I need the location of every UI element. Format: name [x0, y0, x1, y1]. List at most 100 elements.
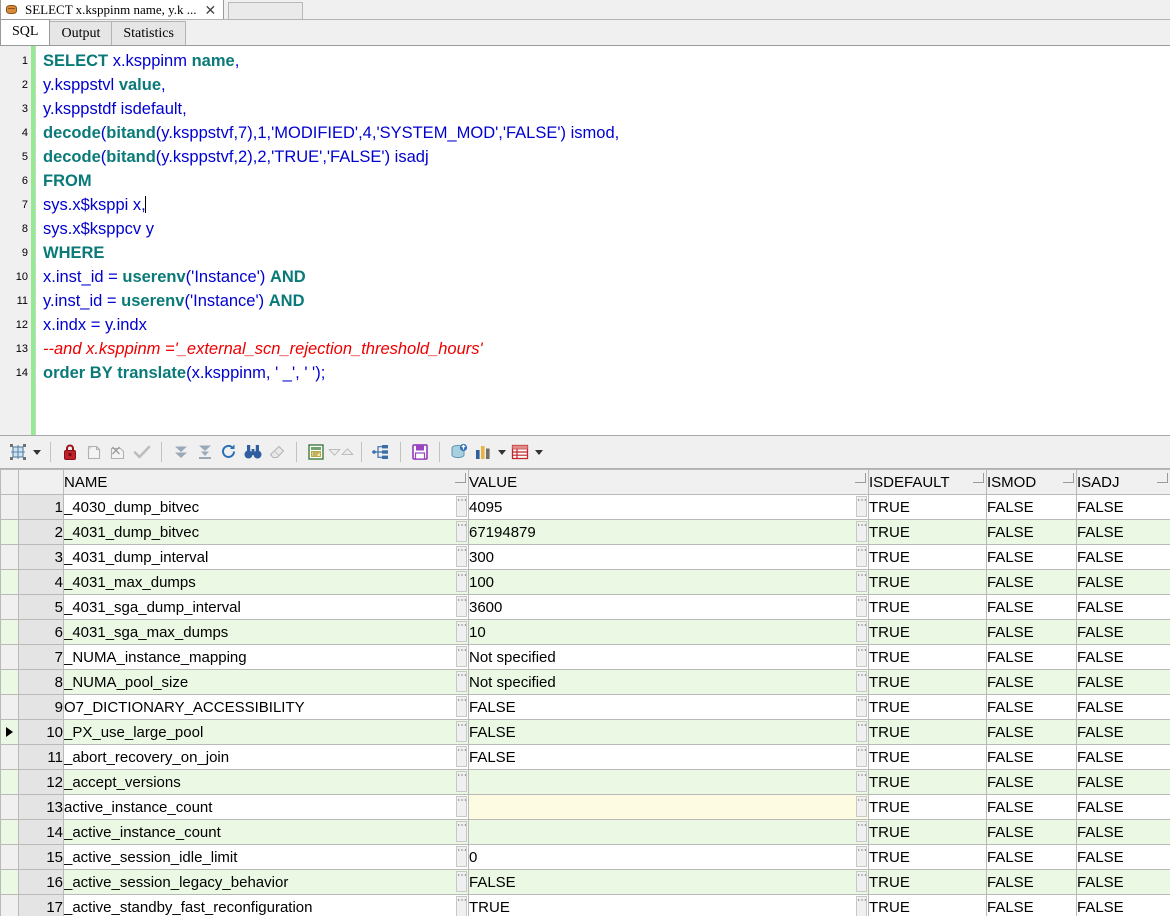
row-number[interactable]: 12	[18, 769, 64, 795]
cell-isdefault[interactable]: TRUE	[868, 744, 987, 770]
cell-isadj[interactable]: FALSE	[1076, 569, 1170, 595]
close-icon[interactable]: ✕	[203, 3, 219, 17]
cell-isadj[interactable]: FALSE	[1076, 869, 1170, 895]
cell-isdefault[interactable]: TRUE	[868, 594, 987, 620]
column-resize-handle[interactable]	[1063, 473, 1074, 483]
cell-editor-ellipsis-icon[interactable]: ⋯	[456, 571, 467, 592]
row-marker[interactable]	[0, 619, 19, 645]
chart-icon[interactable]	[471, 440, 495, 464]
cell-editor-ellipsis-icon[interactable]: ⋯	[856, 696, 867, 717]
grid-layout-dropdown-icon[interactable]	[30, 440, 43, 464]
cell-ismod[interactable]: FALSE	[986, 494, 1077, 520]
cell-ismod[interactable]: FALSE	[986, 794, 1077, 820]
cell-ismod[interactable]: FALSE	[986, 644, 1077, 670]
grid-export-icon[interactable]	[508, 440, 532, 464]
cell-ismod[interactable]: FALSE	[986, 594, 1077, 620]
cell-isdefault[interactable]: TRUE	[868, 869, 987, 895]
cell-name[interactable]: _NUMA_instance_mapping ⋯	[63, 644, 469, 670]
cell-value[interactable]: 100 ⋯	[468, 569, 869, 595]
cell-editor-ellipsis-icon[interactable]: ⋯	[856, 671, 867, 692]
row-number[interactable]: 10	[18, 719, 64, 745]
cell-value[interactable]: Not specified ⋯	[468, 669, 869, 695]
row-number[interactable]: 4	[18, 569, 64, 595]
row-number[interactable]: 11	[18, 744, 64, 770]
sql-code-area[interactable]: SELECT x.ksppinm name, y.ksppstvl value,…	[36, 46, 1170, 435]
cell-isadj[interactable]: FALSE	[1076, 619, 1170, 645]
cell-isdefault[interactable]: TRUE	[868, 769, 987, 795]
cell-value[interactable]: FALSE ⋯	[468, 744, 869, 770]
cell-value[interactable]: FALSE ⋯	[468, 719, 869, 745]
cell-value[interactable]: ⋯	[468, 769, 869, 795]
cell-editor-ellipsis-icon[interactable]: ⋯	[456, 796, 467, 817]
cell-isdefault[interactable]: TRUE	[868, 619, 987, 645]
post-changes-check-icon[interactable]	[130, 440, 154, 464]
cell-isdefault[interactable]: TRUE	[868, 694, 987, 720]
table-row[interactable]: 1 _4030_dump_bitvec ⋯ 4095 ⋯ TRUE FALSE FALSE	[0, 494, 1170, 520]
table-row[interactable]: 13 active_instance_count ⋯ ⋯ TRUE FALSE FALSE	[0, 794, 1170, 820]
cell-isadj[interactable]: FALSE	[1076, 744, 1170, 770]
cell-editor-ellipsis-icon[interactable]: ⋯	[856, 571, 867, 592]
table-row[interactable]: 7 _NUMA_instance_mapping ⋯ Not specified ⋯ TR…	[0, 644, 1170, 670]
cell-editor-ellipsis-icon[interactable]: ⋯	[456, 521, 467, 542]
row-number[interactable]: 14	[18, 819, 64, 845]
cell-ismod[interactable]: FALSE	[986, 669, 1077, 695]
row-number[interactable]: 8	[18, 669, 64, 695]
table-row[interactable]: 17 _active_standby_fast_reconfiguration ⋯ T…	[0, 894, 1170, 916]
cell-editor-ellipsis-icon[interactable]: ⋯	[456, 846, 467, 867]
cell-editor-ellipsis-icon[interactable]: ⋯	[456, 621, 467, 642]
lock-icon[interactable]	[58, 440, 82, 464]
sql-editor[interactable]: 1 2 3 4 5 6 7 8 9 10 11 12 13 14 SELECT …	[0, 46, 1170, 436]
cell-name[interactable]: _active_session_legacy_behavior ⋯	[63, 869, 469, 895]
document-tab-sql[interactable]: SELECT x.ksppinm name, y.k ... ✕	[0, 0, 225, 19]
cell-editor-ellipsis-icon[interactable]: ⋯	[856, 896, 867, 916]
cell-editor-ellipsis-icon[interactable]: ⋯	[856, 621, 867, 642]
cell-editor-ellipsis-icon[interactable]: ⋯	[856, 796, 867, 817]
cell-editor-ellipsis-icon[interactable]: ⋯	[856, 496, 867, 517]
grid-layout-icon[interactable]	[6, 440, 30, 464]
cell-editor-ellipsis-icon[interactable]: ⋯	[456, 546, 467, 567]
table-row[interactable]: 16 _active_session_legacy_behavior ⋯ FALSE ⋯…	[0, 869, 1170, 895]
cell-isadj[interactable]: FALSE	[1076, 844, 1170, 870]
row-number[interactable]: 15	[18, 844, 64, 870]
tab-output[interactable]: Output	[49, 21, 113, 45]
delete-record-icon[interactable]	[106, 440, 130, 464]
cell-ismod[interactable]: FALSE	[986, 819, 1077, 845]
cell-editor-ellipsis-icon[interactable]: ⋯	[856, 846, 867, 867]
cell-ismod[interactable]: FALSE	[986, 719, 1077, 745]
cell-ismod[interactable]: FALSE	[986, 569, 1077, 595]
table-row[interactable]: 3 _4031_dump_interval ⋯ 300 ⋯ TRUE FALSE FALSE	[0, 544, 1170, 570]
column-header-ismod[interactable]: ISMOD	[986, 469, 1077, 495]
cell-isadj[interactable]: FALSE	[1076, 494, 1170, 520]
cell-name[interactable]: _accept_versions ⋯	[63, 769, 469, 795]
row-number[interactable]: 2	[18, 519, 64, 545]
cell-value[interactable]: 300 ⋯	[468, 544, 869, 570]
table-row[interactable]: 2 _4031_dump_bitvec ⋯ 67194879 ⋯ TRUE FALSE FAL…	[0, 519, 1170, 545]
row-marker[interactable]	[0, 869, 19, 895]
cell-name[interactable]: _PX_use_large_pool ⋯	[63, 719, 469, 745]
cell-ismod[interactable]: FALSE	[986, 869, 1077, 895]
cell-isdefault[interactable]: TRUE	[868, 494, 987, 520]
cell-value[interactable]: FALSE ⋯	[468, 694, 869, 720]
save-icon[interactable]	[408, 440, 432, 464]
current-row-indicator[interactable]	[0, 719, 19, 745]
column-header-name[interactable]: NAME	[63, 469, 469, 495]
move-up-icon[interactable]	[341, 440, 354, 464]
cell-editor-ellipsis-icon[interactable]: ⋯	[856, 521, 867, 542]
cell-name[interactable]: active_instance_count ⋯	[63, 794, 469, 820]
find-binoculars-icon[interactable]	[241, 440, 265, 464]
column-header-value[interactable]: VALUE	[468, 469, 869, 495]
new-record-icon[interactable]	[82, 440, 106, 464]
table-row[interactable]: 4 _4031_max_dumps ⋯ 100 ⋯ TRUE FALSE FALSE	[0, 569, 1170, 595]
cell-editor-ellipsis-icon[interactable]: ⋯	[856, 771, 867, 792]
cell-isadj[interactable]: FALSE	[1076, 794, 1170, 820]
cell-isdefault[interactable]: TRUE	[868, 794, 987, 820]
cell-editor-ellipsis-icon[interactable]: ⋯	[456, 896, 467, 916]
cell-isadj[interactable]: FALSE	[1076, 669, 1170, 695]
cell-isadj[interactable]: FALSE	[1076, 894, 1170, 916]
row-marker[interactable]	[0, 594, 19, 620]
cell-name[interactable]: _4031_sga_max_dumps ⋯	[63, 619, 469, 645]
table-row[interactable]: 12 _accept_versions ⋯ ⋯ TRUE FALSE FALSE	[0, 769, 1170, 795]
cell-editor-ellipsis-icon[interactable]: ⋯	[456, 746, 467, 767]
table-row[interactable]: 6 _4031_sga_max_dumps ⋯ 10 ⋯ TRUE FALSE FALSE	[0, 619, 1170, 645]
cell-ismod[interactable]: FALSE	[986, 769, 1077, 795]
